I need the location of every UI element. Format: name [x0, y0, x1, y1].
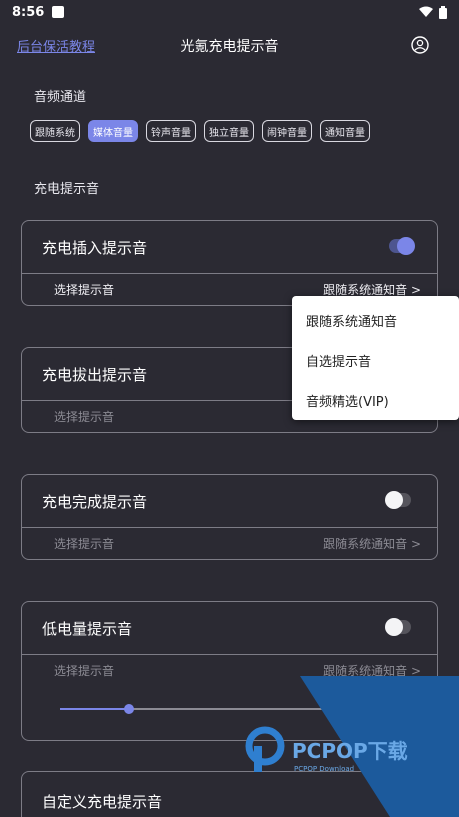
low-battery-toggle[interactable]	[385, 618, 411, 636]
menu-item-custom-sound[interactable]: 自选提示音	[292, 340, 459, 380]
plug-in-toggle[interactable]	[389, 237, 415, 255]
sound-select-menu: 跟随系统通知音 自选提示音 音频精选(VIP)	[292, 296, 459, 420]
slider-thumb[interactable]	[124, 704, 135, 714]
watermark-logo: PCPOP下载 PCPOP Download	[245, 676, 459, 817]
select-sound-value[interactable]: 跟随系统通知音 >	[323, 535, 421, 552]
page-title: 光氪充电提示音	[180, 39, 279, 55]
audio-channel-chips: 跟随系统 媒体音量 铃声音量 独立音量 闹钟音量 通知音量	[30, 120, 370, 142]
toggle-knob	[385, 491, 403, 509]
slider-fill	[60, 708, 130, 710]
notification-icon	[52, 6, 65, 18]
chip-follow-system[interactable]: 跟随系统	[30, 120, 80, 142]
toggle-knob	[385, 618, 403, 636]
chip-media-volume[interactable]: 媒体音量	[88, 120, 138, 142]
select-sound-label: 选择提示音	[54, 537, 115, 551]
chip-alarm-volume[interactable]: 闹钟音量	[262, 120, 312, 142]
card-title: 自定义充电提示音	[42, 792, 163, 811]
menu-item-follow-system[interactable]: 跟随系统通知音	[292, 300, 459, 340]
audio-channel-label: 音频通道	[34, 90, 87, 105]
card-title: 充电插入提示音	[42, 238, 148, 257]
card-charge-plug-in: 充电插入提示音 选择提示音 跟随系统通知音 >	[21, 220, 438, 306]
app-bar: 后台保活教程 光氪充电提示音	[0, 28, 459, 64]
card-charge-complete: 充电完成提示音 选择提示音 跟随系统通知音 >	[21, 474, 438, 560]
card-title: 低电量提示音	[42, 619, 133, 638]
battery-icon	[439, 5, 447, 19]
select-sound-label: 选择提示音	[54, 410, 115, 424]
chip-independent-volume[interactable]: 独立音量	[204, 120, 254, 142]
card-title: 充电完成提示音	[42, 492, 148, 511]
charge-complete-toggle[interactable]	[385, 491, 411, 509]
status-bar: 8:56	[0, 0, 459, 24]
charge-sound-section-label: 充电提示音	[34, 182, 100, 197]
watermark-text: PCPOP下载	[292, 739, 408, 763]
watermark-subtext: PCPOP Download	[294, 765, 354, 773]
select-sound-label: 选择提示音	[54, 283, 115, 297]
toggle-knob	[397, 237, 415, 255]
chip-ringtone-volume[interactable]: 铃声音量	[146, 120, 196, 142]
card-title: 充电拔出提示音	[42, 365, 148, 384]
wifi-icon	[419, 6, 433, 17]
menu-item-audio-selection-vip[interactable]: 音频精选(VIP)	[292, 380, 459, 420]
status-time: 8:56	[12, 4, 45, 20]
account-circle-icon[interactable]	[411, 36, 429, 54]
select-sound-row[interactable]: 选择提示音 跟随系统通知音 >	[22, 527, 437, 559]
chip-notification-volume[interactable]: 通知音量	[320, 120, 370, 142]
select-sound-label: 选择提示音	[54, 664, 115, 678]
